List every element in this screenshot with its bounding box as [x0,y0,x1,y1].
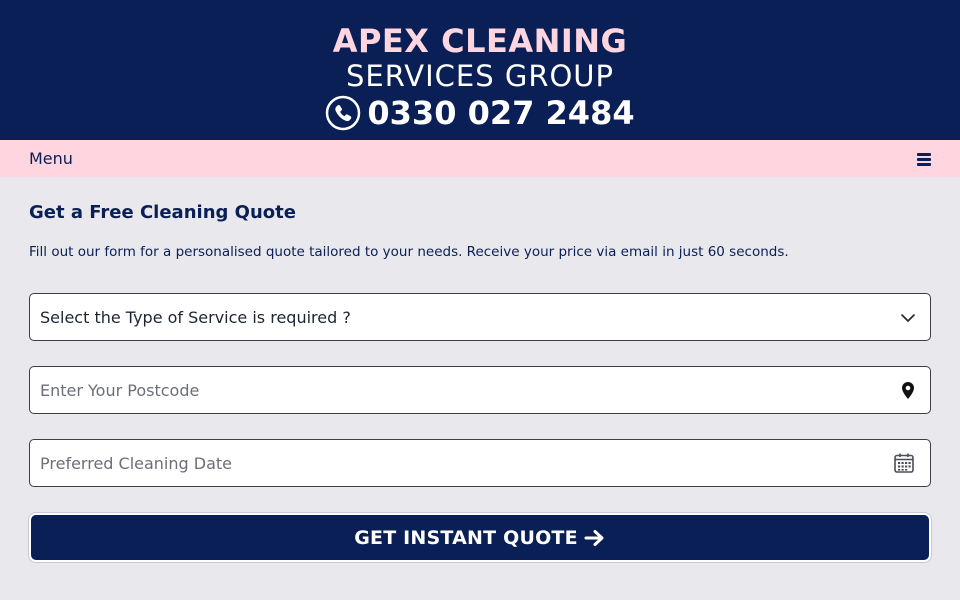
phone-number: 0330 027 2484 [367,94,635,132]
date-placeholder: Preferred Cleaning Date [40,454,232,473]
logo-line-2: SERVICES GROUP [345,59,615,93]
date-input[interactable]: Preferred Cleaning Date [29,439,931,487]
postcode-input[interactable]: Enter Your Postcode [29,366,931,414]
calendar-icon[interactable] [893,452,915,474]
form-title: Get a Free Cleaning Quote [29,202,296,223]
get-quote-label: GET INSTANT QUOTE [354,526,578,549]
nav-bar[interactable]: Menu [0,140,960,177]
arrow-right-icon [584,529,604,546]
postcode-placeholder: Enter Your Postcode [40,381,200,400]
service-type-selected: Select the Type of Service is required ? [40,308,351,327]
phone-link[interactable]: 0330 027 2484 [325,94,635,132]
phone-icon [326,95,361,131]
map-pin-icon [902,382,914,399]
menu-label[interactable]: Menu [29,149,73,168]
form-description: Fill out our form for a personalised quo… [29,244,789,260]
get-quote-button[interactable]: GET INSTANT QUOTE [29,513,931,562]
chevron-down-icon [901,314,915,322]
logo-line-1: APEX CLEANING [332,22,628,60]
service-type-select[interactable]: Select the Type of Service is required ? [29,293,931,341]
site-header: APEX CLEANING SERVICES GROUP 0330 027 24… [0,0,960,140]
hamburger-icon[interactable] [917,153,931,166]
site-logo[interactable]: APEX CLEANING SERVICES GROUP 0330 027 24… [0,22,960,135]
